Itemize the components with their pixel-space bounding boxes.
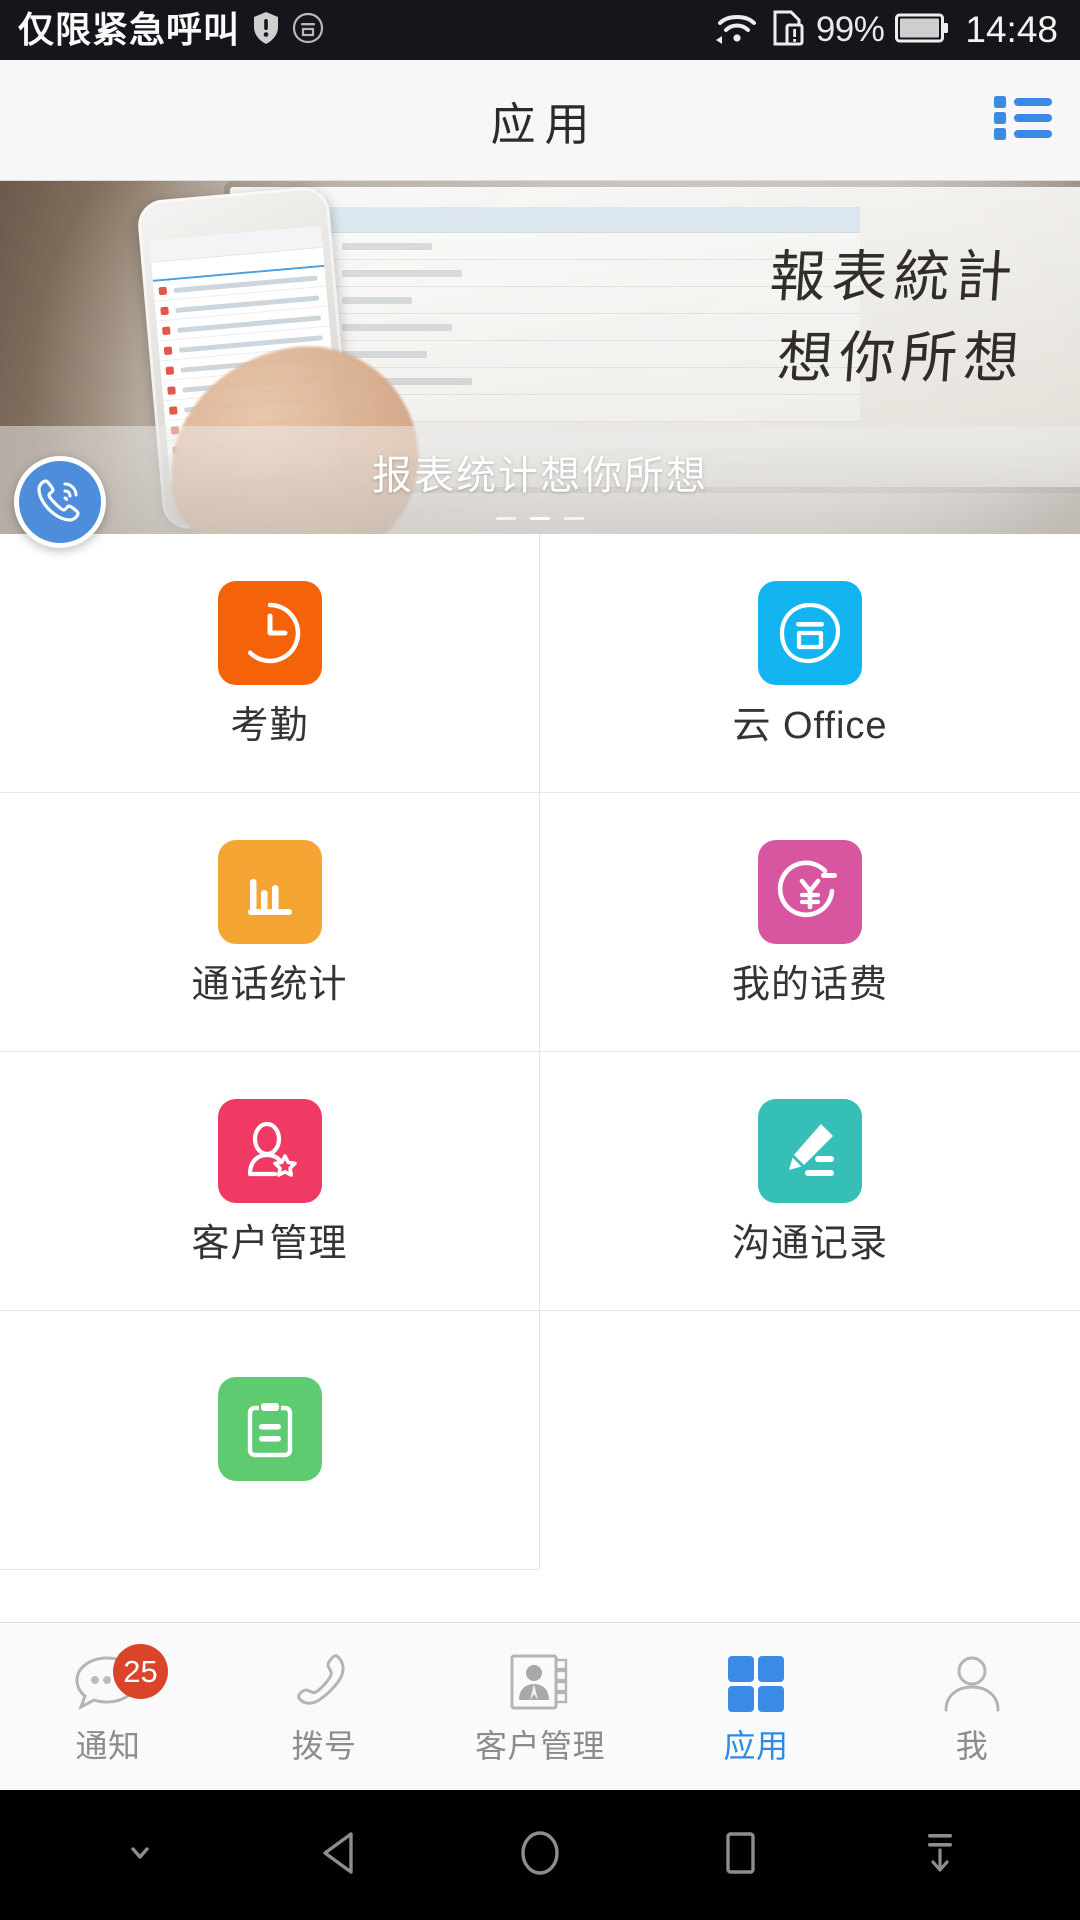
banner-caption: 报表统计想你所想 (372, 454, 708, 498)
app-label: 云 Office (732, 705, 888, 747)
status-clock: 14:48 (965, 9, 1058, 50)
back-button[interactable] (280, 1800, 400, 1910)
carrier-label: 仅限紧急呼叫 (18, 9, 241, 50)
page-title: 应用 (490, 98, 599, 150)
person-icon (939, 1652, 1005, 1718)
sim-warning-icon (771, 9, 805, 52)
app-cell-my-phone-bill[interactable]: 我的话费 (540, 793, 1080, 1052)
home-button[interactable] (480, 1800, 600, 1910)
square-recents-icon (709, 1822, 771, 1889)
calligraphy-line-1: 報表統計 (767, 245, 1021, 310)
grid-squares-icon (722, 1652, 790, 1718)
chat-bubble-icon: 25 (69, 1643, 168, 1718)
tab-label: 应用 (723, 1727, 789, 1764)
battery-icon (895, 12, 949, 49)
tab-notifications[interactable]: 25 通知 (0, 1623, 216, 1790)
cloud-office-icon (292, 12, 324, 49)
clock-icon (217, 581, 322, 685)
recents-button[interactable] (680, 1800, 800, 1910)
app-label: 我的话费 (731, 964, 888, 1006)
contact-card-icon (506, 1652, 574, 1718)
page-dot-3[interactable] (564, 517, 584, 520)
app-grid-scroll[interactable]: 考勤 云 Office 通话统计 我的话费 客户管理 沟通记录 (0, 534, 1080, 1622)
page-dot-2[interactable] (530, 517, 550, 520)
phone-call-icon (32, 472, 88, 533)
phone-screen: 仅限紧急呼叫 99% 14:48 应用 報表統計 想你所想 报表统计想你所想 考… (0, 0, 1080, 1920)
shield-warning-icon (252, 11, 280, 50)
tab-label: 拨号 (291, 1727, 357, 1764)
bar-chart-icon (217, 840, 322, 944)
person-star-icon (217, 1099, 322, 1203)
app-cell-call-statistics[interactable]: 通话统计 (0, 793, 540, 1052)
app-cell-attendance[interactable]: 考勤 (0, 534, 540, 793)
circle-home-icon (509, 1822, 571, 1889)
notification-pull-button[interactable] (880, 1800, 1000, 1910)
promo-banner[interactable]: 報表統計 想你所想 报表统计想你所想 (0, 181, 1080, 534)
hide-keyboard-button[interactable] (80, 1800, 200, 1910)
yen-circle-icon (758, 840, 862, 944)
notification-badge: 25 (113, 1643, 168, 1699)
clipboard-icon (217, 1377, 322, 1481)
android-nav-bar (0, 1790, 1080, 1920)
app-cell-cloud-office[interactable]: 云 Office (540, 534, 1080, 793)
app-label: 沟通记录 (731, 1223, 888, 1265)
status-bar: 仅限紧急呼叫 99% 14:48 (0, 0, 1080, 60)
app-label: 通话统计 (191, 964, 348, 1006)
app-label: 客户管理 (191, 1223, 348, 1265)
phone-handset-icon (291, 1652, 357, 1718)
page-dot-1[interactable] (496, 517, 516, 520)
pencil-note-icon (758, 1099, 862, 1203)
call-fab-button[interactable] (14, 456, 106, 548)
status-bar-left: 仅限紧急呼叫 (18, 11, 324, 50)
tab-label: 通知 (75, 1727, 141, 1764)
cloud-office-icon (758, 581, 862, 685)
banner-page-indicator[interactable] (496, 517, 584, 520)
banner-calligraphy: 報表統計 想你所想 (748, 237, 1033, 399)
tab-dialer[interactable]: 拨号 (216, 1623, 432, 1790)
app-cell-customer-management[interactable]: 客户管理 (0, 1052, 540, 1311)
app-label: 考勤 (230, 705, 309, 747)
app-cell-clipboard[interactable] (0, 1311, 540, 1570)
tab-profile[interactable]: 我 (864, 1623, 1080, 1790)
status-bar-right: 99% 14:48 (714, 9, 1058, 52)
tab-apps[interactable]: 应用 (648, 1623, 864, 1790)
tab-customer-management[interactable]: 客户管理 (432, 1623, 648, 1790)
list-menu-icon (992, 92, 1054, 149)
app-grid: 考勤 云 Office 通话统计 我的话费 客户管理 沟通记录 (0, 534, 1080, 1570)
wifi-icon (714, 10, 760, 51)
tab-label: 我 (955, 1727, 989, 1764)
tab-label: 客户管理 (474, 1727, 605, 1764)
banner-caption-overlay: 报表统计想你所想 (0, 426, 1080, 534)
chevron-down-icon (120, 1835, 160, 1876)
app-header: 应用 (0, 60, 1080, 181)
pull-down-icon (914, 1824, 966, 1887)
battery-percent-label: 99% (815, 10, 885, 49)
triangle-back-icon (309, 1822, 371, 1889)
list-menu-button[interactable] (988, 89, 1058, 151)
app-cell-communication-records[interactable]: 沟通记录 (540, 1052, 1080, 1311)
calligraphy-line-2: 想你所想 (774, 326, 1028, 392)
bottom-tab-bar: 25 通知 拨号 客户管理 应用 我 (0, 1622, 1080, 1790)
